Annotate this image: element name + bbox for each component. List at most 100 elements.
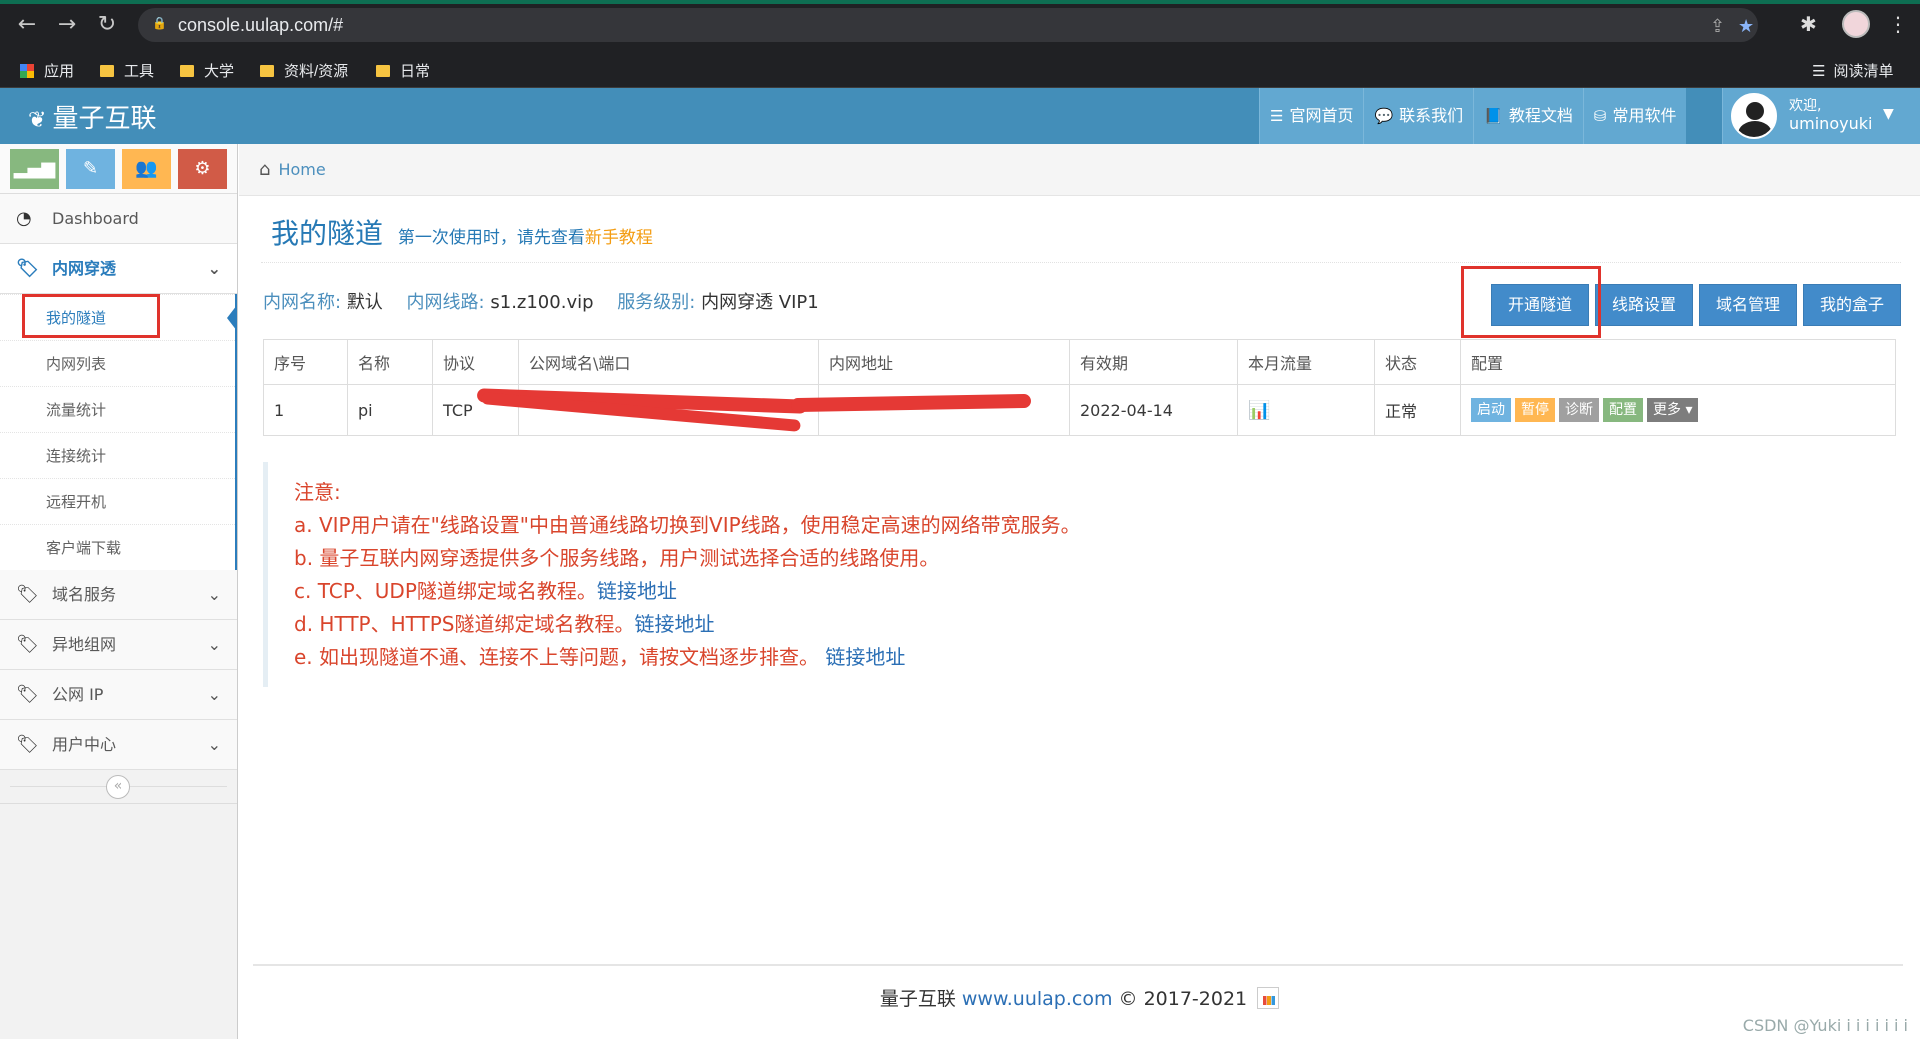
subtitle-text: 第一次使用时，请先查看 (397, 228, 585, 248)
notice-item-d: d. HTTP、HTTPS隧道绑定域名教程。链接地址 (294, 608, 1263, 641)
footer-brand: 量子互联 (879, 988, 956, 1010)
intranet-line-value: s1.z100.vip (490, 292, 594, 313)
bookmark-university[interactable]: 大学 (180, 60, 234, 81)
chevron-down-icon: ⌄ (207, 685, 221, 704)
forward-icon[interactable]: → (54, 12, 80, 38)
book-icon: 📘 (1484, 107, 1503, 125)
sidebar-item-intranet-list[interactable]: 内网列表 (0, 340, 235, 386)
highlight-box (22, 294, 160, 338)
reload-icon[interactable]: ↻ (94, 12, 120, 38)
cell-traffic: 📊 (1237, 384, 1375, 436)
lock-icon: 🔒 (152, 16, 167, 30)
tag-icon: 🏷 (16, 634, 39, 655)
notice-item-c: c. TCP、UDP隧道绑定域名教程。链接地址 (294, 575, 1263, 608)
leaf-icon: ❦ (28, 108, 47, 133)
troubleshoot-guide-link[interactable]: 链接地址 (825, 645, 905, 669)
title-divider (261, 262, 1901, 263)
app-header: ❦ 量子互联 ☰ 官网首页 💬 联系我们 📘 教程文档 ⛁ 常用软件 欢迎, uminoy… (0, 88, 1920, 144)
footer-site-link[interactable]: www.uulap.com (962, 988, 1113, 1010)
share-icon[interactable]: ⇪ (1710, 16, 1725, 37)
profile-avatar[interactable] (1842, 10, 1870, 38)
extensions-icon[interactable]: ✱ (1800, 12, 1817, 36)
reading-list[interactable]: ☰ 阅读清单 (1812, 60, 1893, 81)
sidebar-item-dashboard[interactable]: ◔ Dashboard (0, 194, 237, 244)
sidebar-item-client-download[interactable]: 客户端下载 (0, 524, 235, 570)
apps-grid-icon (20, 64, 34, 78)
collapse-sidebar-icon[interactable]: « (106, 775, 130, 799)
more-label: 更多 (1653, 402, 1681, 418)
col-protocol: 协议 (432, 339, 519, 385)
menu-dots-icon[interactable]: ⋮ (1888, 12, 1908, 36)
domain-management-button[interactable]: 域名管理 (1699, 284, 1798, 326)
sidebar-item-remote-network[interactable]: 🏷 异地组网 ⌄ (0, 620, 237, 670)
more-button[interactable]: 更多 ▾ (1647, 398, 1699, 422)
nav-docs[interactable]: 📘 教程文档 (1473, 88, 1583, 144)
user-menu[interactable]: 欢迎, uminoyuki ▼ (1722, 88, 1920, 144)
bookmark-tools[interactable]: 工具 (100, 60, 154, 81)
col-config: 配置 (1460, 339, 1896, 385)
sidebar-shortcuts: ▂▄▆ ✎ 👥 ⚙ (0, 144, 237, 194)
cell-name: pi (347, 384, 433, 436)
brand-logo[interactable]: ❦ 量子互联 (28, 98, 156, 135)
nav-software[interactable]: ⛁ 常用软件 (1582, 88, 1687, 144)
col-intranet-address: 内网地址 (818, 339, 1070, 385)
service-level-label: 服务级别: (617, 292, 696, 313)
diagnose-button[interactable]: 诊断 (1559, 398, 1599, 422)
tag-icon: 🏷 (16, 734, 39, 755)
signal-icon[interactable]: ▂▄▆ (10, 149, 59, 189)
sidebar-item-domain-service[interactable]: 🏷 域名服务 ⌄ (0, 570, 237, 620)
start-button[interactable]: 启动 (1471, 398, 1511, 422)
sidebar-item-intranet[interactable]: 🏷 内网穿透 ⌄ (0, 244, 237, 294)
bookmark-apps[interactable]: 应用 (20, 60, 74, 81)
sidebar-collapse-bar: « (0, 770, 237, 804)
notice-item-b: b. 量子互联内网穿透提供多个服务线路，用户测试选择合适的线路使用。 (294, 546, 940, 570)
notice-item-c-text: c. TCP、UDP隧道绑定域名教程。 (294, 579, 597, 603)
line-settings-button[interactable]: 线路设置 (1595, 284, 1694, 326)
bar-chart-icon[interactable]: 📊 (1248, 400, 1270, 421)
sidebar-item-traffic-stats[interactable]: 流量统计 (0, 386, 235, 432)
col-index: 序号 (263, 339, 348, 385)
pause-button[interactable]: 暂停 (1515, 398, 1555, 422)
row-action-buttons: 启动 暂停 诊断 配置 更多 ▾ (1471, 398, 1895, 422)
breadcrumb: ⌂ Home (239, 144, 1920, 196)
address-bar[interactable]: 🔒 console.uulap.com/# ⇪ ★ (138, 8, 1758, 42)
notice-item-d-text: d. HTTP、HTTPS隧道绑定域名教程。 (294, 612, 635, 636)
bookmark-star-icon[interactable]: ★ (1738, 16, 1754, 37)
breadcrumb-home-link[interactable]: Home (278, 160, 325, 179)
pencil-icon[interactable]: ✎ (66, 149, 115, 189)
folder-icon (376, 65, 390, 77)
watermark: CSDN @Yuki i i i i i i i (1742, 1016, 1908, 1035)
user-avatar (1731, 93, 1777, 139)
tag-icon: 🏷 (16, 684, 39, 705)
nav-home[interactable]: ☰ 官网首页 (1259, 88, 1364, 144)
my-box-button[interactable]: 我的盒子 (1803, 284, 1902, 326)
http-https-guide-link[interactable]: 链接地址 (634, 612, 714, 636)
reading-list-icon: ☰ (1812, 63, 1826, 80)
tag-icon: 🏷 (16, 258, 39, 279)
beginner-tutorial-link[interactable]: 新手教程 (585, 228, 653, 248)
cell-index: 1 (263, 384, 348, 436)
highlight-box (1461, 266, 1601, 338)
sidebar-item-wake-on-lan[interactable]: 远程开机 (0, 478, 235, 524)
tag-icon: 🏷 (16, 584, 39, 605)
col-expiry: 有效期 (1069, 339, 1238, 385)
folder-icon (100, 65, 114, 77)
config-button[interactable]: 配置 (1603, 398, 1643, 422)
back-icon[interactable]: ← (14, 12, 40, 38)
cogs-icon[interactable]: ⚙ (178, 149, 227, 189)
bookmark-resources[interactable]: 资料/资源 (260, 60, 348, 81)
main-content: ⌂ Home 我的隧道 第一次使用时，请先查看新手教程 内网名称: 默认 内网线路… (239, 144, 1920, 1039)
bookmark-daily[interactable]: 日常 (376, 60, 430, 81)
url-text[interactable]: console.uulap.com/# (178, 15, 343, 36)
list-icon: ☰ (1270, 107, 1284, 125)
tcp-udp-guide-link[interactable]: 链接地址 (597, 579, 677, 603)
sidebar-item-public-ip[interactable]: 🏷 公网 IP ⌄ (0, 670, 237, 720)
intranet-info: 内网名称: 默认 内网线路: s1.z100.vip 服务级别: 内网穿透 VI… (263, 288, 819, 314)
users-icon[interactable]: 👥 (122, 149, 171, 189)
col-status: 状态 (1374, 339, 1461, 385)
folder-icon (260, 65, 274, 77)
nav-contact[interactable]: 💬 联系我们 (1363, 88, 1474, 144)
cnzz-stats-icon[interactable] (1257, 987, 1280, 1009)
sidebar-item-connection-stats[interactable]: 连接统计 (0, 432, 235, 478)
sidebar-item-user-center[interactable]: 🏷 用户中心 ⌄ (0, 720, 237, 770)
